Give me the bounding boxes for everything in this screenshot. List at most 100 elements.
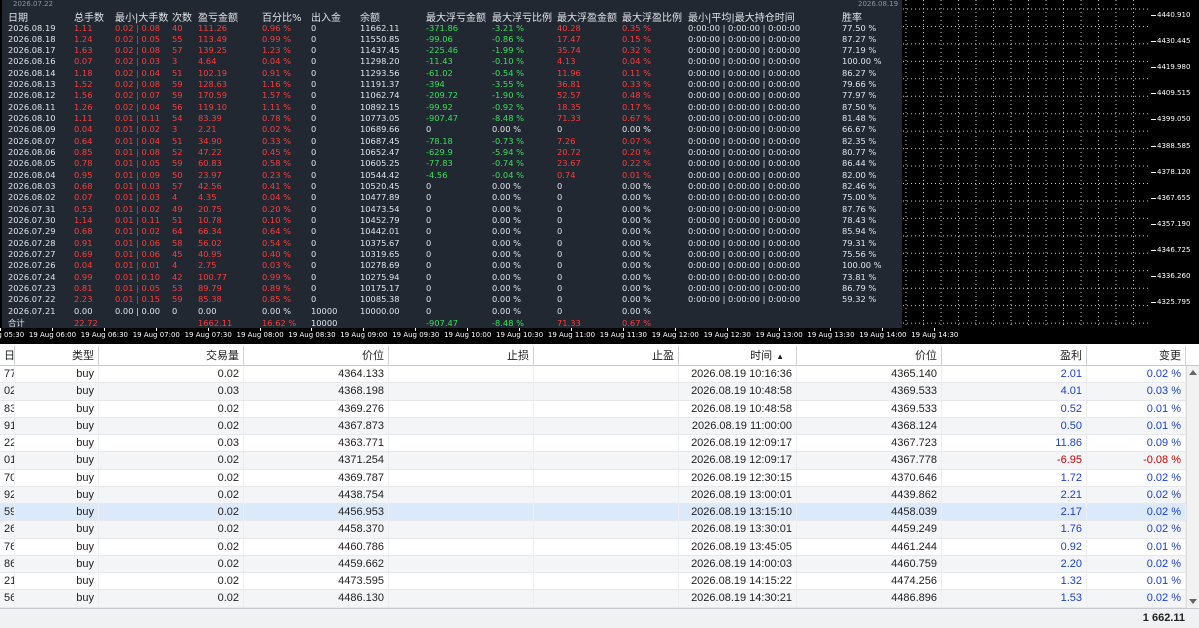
cell-open-price: 4438.754 — [244, 486, 389, 504]
chart-area[interactable]: 2026.07.22 2026.08.19 日期 总手数 最小|大手数 次数 盈亏金额百… — [0, 0, 1199, 344]
panel-cell-date: 2026.08.12 — [8, 90, 56, 101]
header-col-type[interactable]: 类型 — [15, 346, 99, 366]
scroll-up-icon[interactable] — [1189, 370, 1197, 375]
panel-cell-balance: 10544.42 — [360, 169, 400, 180]
panel-cell-win-rate: 85.94 % — [842, 226, 877, 237]
panel-cell-max-float-profit-pct: 0.07 % — [622, 135, 651, 146]
time-label: 19 Aug 14:00 — [859, 331, 907, 339]
cell-id: 26 — [0, 521, 15, 539]
panel-cell-max-float-loss-pct: -1.90 % — [492, 90, 524, 101]
header-col-id[interactable]: 日 — [0, 346, 15, 366]
table-row[interactable]: 22buy0.034363.771 2026.08.19 12:09:174367… — [0, 435, 1199, 453]
panel-cell-total-lots: 0.99 — [74, 271, 93, 282]
header-col-time[interactable]: 时间 ▲ — [679, 346, 797, 366]
panel-cell-count: 57 — [172, 181, 183, 192]
cell-take-profit — [534, 400, 679, 418]
header-col-open-price[interactable]: 价位 — [244, 346, 389, 366]
header-label: 日 — [4, 350, 15, 362]
table-row[interactable]: 70buy0.024369.787 2026.08.19 12:30:154370… — [0, 469, 1199, 487]
panel-cell-deposit: 0 — [311, 147, 317, 158]
panel-cell-max-float-profit: 0 — [557, 124, 563, 135]
panel-cell-max-float-profit-pct: 0.33 % — [622, 79, 651, 90]
cell-profit: 1.53 — [942, 590, 1087, 608]
trades-table[interactable]: 日类型交易量价位止损止盈时间▲价位盈利变更 77buy0.024364.1332… — [0, 346, 1199, 628]
panel-total-max-float-loss-pct: -8.48 % — [492, 318, 524, 328]
panel-cell-max-float-profit-pct: 0.00 % — [622, 271, 651, 282]
price-label: 4325.795 — [1157, 298, 1191, 307]
header-col-change[interactable]: 变更 — [1087, 346, 1186, 366]
panel-cell-min-max-lots: 0.01 | 0.03 — [115, 192, 161, 203]
header-col-stop-loss[interactable]: 止损 — [389, 346, 534, 366]
panel-cell-total-lots: 1.11 — [74, 22, 93, 33]
panel-cell-pnl-percent: 0.54 % — [262, 237, 291, 248]
panel-cell-max-float-profit-pct: 0.00 % — [622, 237, 651, 248]
panel-cell-balance: 11298.20 — [360, 56, 400, 67]
panel-cell-win-rate: 80.77 % — [842, 147, 877, 158]
table-row[interactable]: 92buy0.024438.754 2026.08.19 13:00:014439… — [0, 486, 1199, 504]
cell-take-profit — [534, 573, 679, 590]
cell-take-profit — [534, 538, 679, 556]
panel-cell-hold-time: 0:00:00 | 0:00:00 | 0:00:00 — [688, 294, 801, 305]
sort-asc-icon[interactable]: ▲ — [776, 352, 784, 361]
cell-change: 0.02 % — [1087, 555, 1186, 573]
panel-cell-pnl-percent: 0.85 % — [262, 294, 291, 305]
panel-cell-hold-time: 0:00:00 | 0:00:00 | 0:00:00 — [688, 56, 801, 67]
header-label: 交易量 — [206, 350, 239, 362]
header-col-profit[interactable]: 盈利 — [942, 346, 1087, 366]
cell-profit: 0.50 — [942, 417, 1087, 435]
panel-cell-max-float-loss: -78.18 — [426, 135, 453, 146]
table-row[interactable]: 26buy0.024458.370 2026.08.19 13:30:014459… — [0, 521, 1199, 539]
panel-cell-max-float-loss-pct: 0.00 % — [492, 237, 521, 248]
table-row[interactable]: 21buy0.024473.595 2026.08.19 14:15:224474… — [0, 573, 1199, 591]
table-row[interactable]: 02buy0.034368.198 2026.08.19 10:48:584369… — [0, 383, 1199, 401]
panel-cell-pnl-amount: 10.78 — [198, 215, 222, 226]
panel-cell-pnl-percent: 0.33 % — [262, 135, 291, 146]
panel-cell-deposit: 0 — [311, 45, 317, 56]
panel-cell-date: 2026.07.23 — [8, 283, 56, 294]
panel-cell-pnl-amount: 170.59 — [198, 90, 228, 101]
panel-cell-deposit: 0 — [311, 283, 317, 294]
table-row[interactable]: 77buy0.024364.133 2026.08.19 10:16:364365… — [0, 366, 1199, 384]
panel-cell-max-float-loss: 0 — [426, 305, 432, 316]
table-row[interactable]: 76buy0.024460.786 2026.08.19 13:45:054461… — [0, 538, 1199, 556]
cell-type: buy — [15, 400, 99, 418]
panel-cell-deposit: 10000 — [311, 305, 338, 316]
panel-cell-min-max-lots: 0.01 | 0.11 — [115, 113, 161, 124]
panel-cell-date: 2026.07.31 — [8, 203, 56, 214]
panel-cell-total-lots: 0.07 — [74, 192, 93, 203]
cell-volume: 0.03 — [99, 435, 244, 452]
panel-total-pnl-amount: 1662.11 — [198, 318, 233, 328]
panel-total-date: 合计 — [8, 318, 25, 328]
header-col-take-profit[interactable]: 止盈 — [534, 346, 679, 366]
panel-cell-max-float-loss-pct: -0.92 % — [492, 101, 524, 112]
time-label: 19 Aug 06:30 — [80, 331, 128, 339]
table-row[interactable]: 83buy0.024369.276 2026.08.19 10:48:584369… — [0, 400, 1199, 418]
cell-profit: 0.92 — [942, 538, 1087, 556]
table-row[interactable]: 59buy0.024456.953 2026.08.19 13:15:104458… — [0, 504, 1199, 522]
panel-date-right: 2026.08.19 — [858, 0, 899, 8]
table-row[interactable]: 01buy0.024371.254 2026.08.19 12:09:174367… — [0, 452, 1199, 470]
panel-cell-pnl-amount: 56.02 — [198, 237, 222, 248]
header-col-price[interactable]: 价位 — [797, 346, 942, 366]
panel-cell-max-float-profit: 40.28 — [557, 22, 581, 33]
panel-cell-hold-time: 0:00:00 | 0:00:00 | 0:00:00 — [688, 249, 801, 260]
panel-cell-max-float-loss: 0 — [426, 124, 432, 135]
panel-cell-balance: 10085.38 — [360, 294, 400, 305]
table-row[interactable]: 91buy0.024367.873 2026.08.19 11:00:004368… — [0, 417, 1199, 435]
header-col-volume[interactable]: 交易量 — [99, 346, 244, 366]
panel-cell-max-float-profit: 0 — [557, 215, 563, 226]
cell-volume: 0.02 — [99, 590, 244, 608]
trades-scrollbar[interactable] — [1186, 366, 1199, 608]
scroll-down-icon[interactable] — [1189, 599, 1197, 604]
header-label: 时间 — [750, 350, 773, 362]
cell-price: 4439.862 — [797, 486, 942, 504]
panel-cell-total-lots: 2.23 — [74, 294, 93, 305]
table-row[interactable]: 56buy0.024486.130 2026.08.19 14:30:214486… — [0, 590, 1199, 608]
price-label: 4419.980 — [1157, 63, 1191, 72]
table-row[interactable]: 86buy0.024459.662 2026.08.19 14:00:034460… — [0, 555, 1199, 573]
panel-cell-max-float-loss-pct: -0.86 % — [492, 33, 524, 44]
panel-cell-max-float-profit: 0 — [557, 192, 563, 203]
cell-type: buy — [15, 435, 99, 452]
panel-cell-max-float-loss-pct: -0.73 % — [492, 135, 524, 146]
panel-cell-max-float-loss-pct: 0.00 % — [492, 226, 521, 237]
